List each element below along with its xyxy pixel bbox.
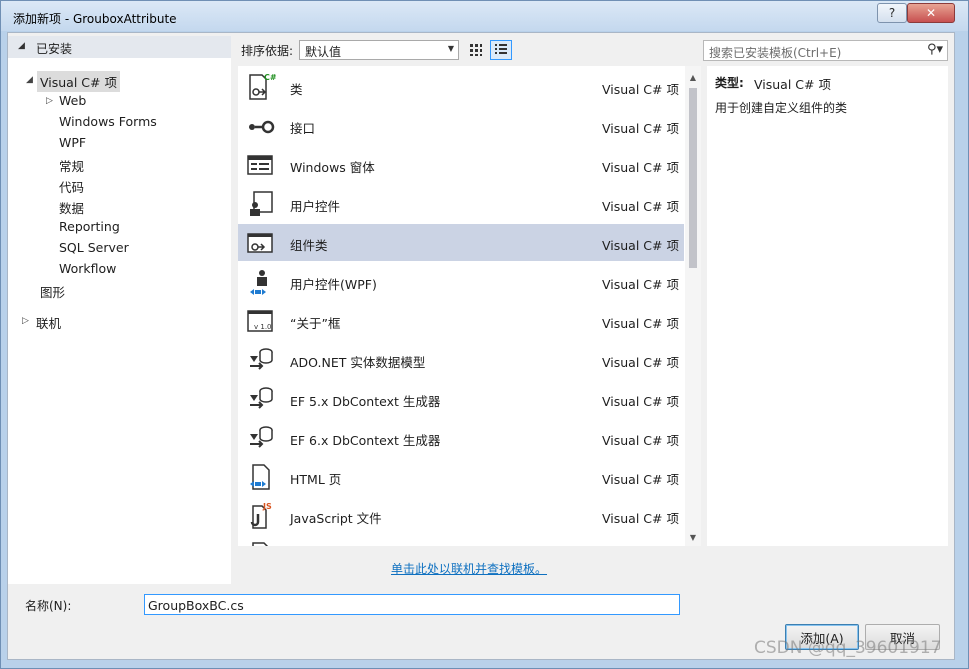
tree-item-windows-forms[interactable]: Windows Forms: [59, 114, 157, 129]
template-item-about-box[interactable]: v 1.0 “关于”框 Visual C# 项: [238, 302, 684, 339]
template-item-wpf-user-control[interactable]: 用户控件(WPF) Visual C# 项: [238, 263, 684, 300]
title-bar: 添加新项 - GrouboxAttribute ? ✕: [1, 1, 968, 31]
expand-arrow-icon[interactable]: ▷: [46, 96, 53, 106]
template-description: 用于创建自定义组件的类: [715, 101, 848, 115]
template-name: 类: [290, 82, 303, 97]
template-name: “关于”框: [290, 316, 341, 331]
file-icon: [252, 542, 269, 546]
help-button[interactable]: ?: [877, 3, 907, 23]
template-item-user-control[interactable]: 用户控件 Visual C# 项: [238, 185, 684, 222]
chevron-down-icon: ▼: [447, 44, 454, 53]
template-item-windows-form[interactable]: Windows 窗体 Visual C# 项: [238, 146, 684, 183]
data-model-icon: [250, 426, 273, 448]
template-name: 接口: [290, 121, 316, 136]
tree-item-visual-csharp[interactable]: Visual C# 项: [37, 71, 120, 92]
data-model-icon: [250, 348, 273, 370]
template-type: Visual C# 项: [602, 472, 679, 487]
template-type: Visual C# 项: [602, 121, 679, 136]
svg-text:C#: C#: [264, 73, 276, 82]
window-title: 添加新项 - GrouboxAttribute: [13, 12, 177, 26]
template-type: Visual C# 项: [602, 355, 679, 370]
close-button[interactable]: ✕: [907, 3, 955, 23]
template-name: HTML 页: [290, 472, 342, 487]
template-item-html-page[interactable]: HTML 页 Visual C# 项: [238, 458, 684, 495]
user-control-icon: [250, 191, 273, 216]
interface-icon: [249, 120, 275, 134]
tree-item-workflow[interactable]: Workflow: [59, 261, 116, 276]
template-list-scrollbar[interactable]: ▲ ▼: [685, 66, 701, 546]
template-list: C# 类 Visual C# 项 接口 Visual C# 项 Windows …: [238, 66, 701, 546]
tree-item-reporting[interactable]: Reporting: [59, 219, 120, 234]
class-icon: C#: [249, 73, 276, 100]
list-view-button[interactable]: [490, 40, 512, 60]
template-name: 组件类: [290, 238, 328, 253]
template-item-class[interactable]: C# 类 Visual C# 项: [238, 68, 684, 105]
template-name: EF 6.x DbContext 生成器: [290, 433, 441, 448]
installed-label: 已安装: [36, 42, 73, 56]
name-input[interactable]: GroupBoxBC.cs: [144, 594, 680, 615]
template-item-component-class[interactable]: 组件类 Visual C# 项: [238, 224, 684, 261]
template-name: 用户控件(WPF): [290, 277, 377, 292]
expanded-arrow-icon[interactable]: ◢: [26, 75, 33, 85]
template-type: Visual C# 项: [602, 160, 679, 175]
tree-item-data[interactable]: 数据: [59, 198, 84, 217]
data-model-icon: [250, 387, 273, 409]
javascript-file-icon: JS: [250, 502, 272, 529]
template-item-ado-net-model[interactable]: ADO.NET 实体数据模型 Visual C# 项: [238, 341, 684, 378]
template-type: Visual C# 项: [602, 394, 679, 409]
tree-item-wpf[interactable]: WPF: [59, 135, 86, 150]
installed-header[interactable]: ◢ 已安装: [8, 36, 231, 58]
svg-text:JS: JS: [262, 502, 272, 511]
template-type: Visual C# 项: [602, 238, 679, 253]
tree-item-web[interactable]: Web: [59, 93, 86, 108]
html-page-icon: [250, 464, 270, 490]
svg-text:v 1.0: v 1.0: [254, 323, 272, 331]
template-name: 用户控件: [290, 199, 341, 214]
scroll-thumb[interactable]: [689, 88, 697, 268]
sort-select[interactable]: 默认值 ▼: [299, 40, 459, 60]
template-type: Visual C# 项: [602, 277, 679, 292]
sort-value: 默认值: [305, 45, 342, 59]
template-type: Visual C# 项: [602, 316, 679, 331]
type-label: 类型:: [715, 76, 744, 90]
scroll-up-icon[interactable]: ▲: [685, 70, 701, 86]
watermark: CSDN @qq_39601917: [754, 638, 942, 658]
template-item-partial[interactable]: [238, 536, 684, 546]
template-item-interface[interactable]: 接口 Visual C# 项: [238, 107, 684, 144]
sort-label: 排序依据:: [241, 44, 294, 58]
template-item-javascript-file[interactable]: JS JavaScript 文件 Visual C# 项: [238, 497, 684, 534]
type-value: Visual C# 项: [754, 77, 831, 92]
small-icons-view-button[interactable]: [465, 40, 487, 60]
collapse-arrow-icon[interactable]: ◢: [18, 41, 25, 51]
template-item-ef5-dbcontext[interactable]: EF 5.x DbContext 生成器 Visual C# 项: [238, 380, 684, 417]
wpf-user-control-icon: [250, 270, 267, 295]
name-label: 名称(N):: [25, 599, 72, 613]
list-view-icon: [495, 44, 507, 54]
tree-item-general[interactable]: 常规: [59, 156, 84, 175]
template-item-ef6-dbcontext[interactable]: EF 6.x DbContext 生成器 Visual C# 项: [238, 419, 684, 456]
template-name: Windows 窗体: [290, 160, 375, 175]
about-box-icon: v 1.0: [247, 310, 273, 332]
find-templates-online-link[interactable]: 单击此处以联机并查找模板。: [391, 560, 547, 577]
template-type: Visual C# 项: [602, 511, 679, 526]
search-icon[interactable]: ⚲▾: [927, 42, 943, 57]
template-name: ADO.NET 实体数据模型: [290, 355, 426, 370]
tree-item-online[interactable]: 联机: [36, 313, 61, 332]
scroll-down-icon[interactable]: ▼: [685, 530, 701, 546]
expand-arrow-icon[interactable]: ▷: [22, 316, 29, 326]
template-name: EF 5.x DbContext 生成器: [290, 394, 441, 409]
template-details-pane: [707, 66, 948, 546]
component-class-icon: [247, 233, 273, 253]
grid-view-icon: [470, 44, 482, 56]
template-name: JavaScript 文件: [290, 511, 382, 526]
search-placeholder: 搜索已安装模板(Ctrl+E): [709, 46, 842, 60]
tree-item-code[interactable]: 代码: [59, 177, 84, 196]
windows-form-icon: [247, 155, 273, 175]
template-type: Visual C# 项: [602, 82, 679, 97]
template-type: Visual C# 项: [602, 199, 679, 214]
tree-item-sql-server[interactable]: SQL Server: [59, 240, 129, 255]
tree-item-graphics[interactable]: 图形: [40, 282, 65, 301]
search-installed-templates-input[interactable]: 搜索已安装模板(Ctrl+E) ⚲▾: [703, 40, 948, 61]
template-type: Visual C# 项: [602, 433, 679, 448]
